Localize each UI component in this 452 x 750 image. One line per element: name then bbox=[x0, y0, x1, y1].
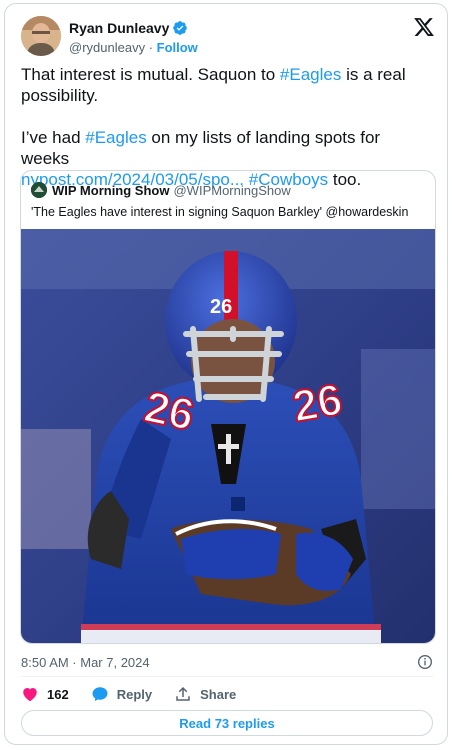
divider bbox=[21, 676, 433, 677]
svg-text:26: 26 bbox=[140, 382, 198, 440]
quoted-author-handle: @WIPMorningShow bbox=[173, 182, 291, 198]
hashtag-eagles-link[interactable]: #Eagles bbox=[280, 65, 341, 84]
read-replies-button[interactable]: Read 73 replies bbox=[21, 710, 433, 736]
x-logo-icon[interactable] bbox=[413, 16, 435, 38]
follow-button[interactable]: Follow bbox=[157, 40, 198, 55]
quoted-avatar bbox=[31, 182, 47, 198]
tweet-paragraph-1: That interest is mutual. Saquon to #Eagl… bbox=[21, 64, 431, 106]
svg-text:26: 26 bbox=[289, 375, 346, 432]
tweet-card: Ryan Dunleavy @rydunleavy · Follow That … bbox=[4, 3, 448, 745]
info-icon[interactable] bbox=[417, 654, 433, 670]
timestamp[interactable]: 8:50 AM · Mar 7, 2024 bbox=[21, 655, 150, 670]
share-button[interactable]: Share bbox=[174, 685, 236, 703]
tweet-header: Ryan Dunleavy @rydunleavy · Follow bbox=[21, 16, 435, 58]
reply-button[interactable]: Reply bbox=[91, 685, 152, 703]
quoted-tweet[interactable]: WIP Morning Show @WIPMorningShow 'The Ea… bbox=[20, 170, 436, 644]
action-bar: 162 Reply Share bbox=[21, 684, 258, 704]
quoted-tweet-image[interactable]: 26 26 26 bbox=[21, 229, 435, 643]
quoted-author-name: WIP Morning Show bbox=[52, 182, 170, 198]
quoted-tweet-text: 'The Eagles have interest in signing Saq… bbox=[31, 205, 409, 219]
author-handle[interactable]: @rydunleavy bbox=[69, 40, 145, 55]
heart-icon bbox=[23, 688, 37, 702]
author-name[interactable]: Ryan Dunleavy bbox=[69, 20, 169, 36]
author-info: Ryan Dunleavy @rydunleavy · Follow bbox=[69, 18, 198, 58]
avatar[interactable] bbox=[21, 16, 61, 56]
svg-text:26: 26 bbox=[210, 296, 232, 318]
handle-separator: · bbox=[145, 40, 157, 55]
quoted-tweet-header: WIP Morning Show @WIPMorningShow bbox=[31, 181, 291, 199]
verified-badge-icon bbox=[172, 20, 188, 36]
share-label: Share bbox=[200, 686, 237, 702]
reply-label: Reply bbox=[116, 686, 153, 702]
share-icon bbox=[176, 686, 190, 701]
like-count: 162 bbox=[47, 686, 69, 702]
text-segment: I’ve had bbox=[21, 128, 86, 147]
text-segment: That interest is mutual. Saquon to bbox=[21, 65, 280, 84]
hashtag-eagles-link[interactable]: #Eagles bbox=[85, 128, 146, 147]
timestamp-row: 8:50 AM · Mar 7, 2024 bbox=[21, 652, 433, 672]
like-button[interactable]: 162 bbox=[21, 685, 69, 703]
reply-bubble-icon bbox=[92, 687, 108, 702]
